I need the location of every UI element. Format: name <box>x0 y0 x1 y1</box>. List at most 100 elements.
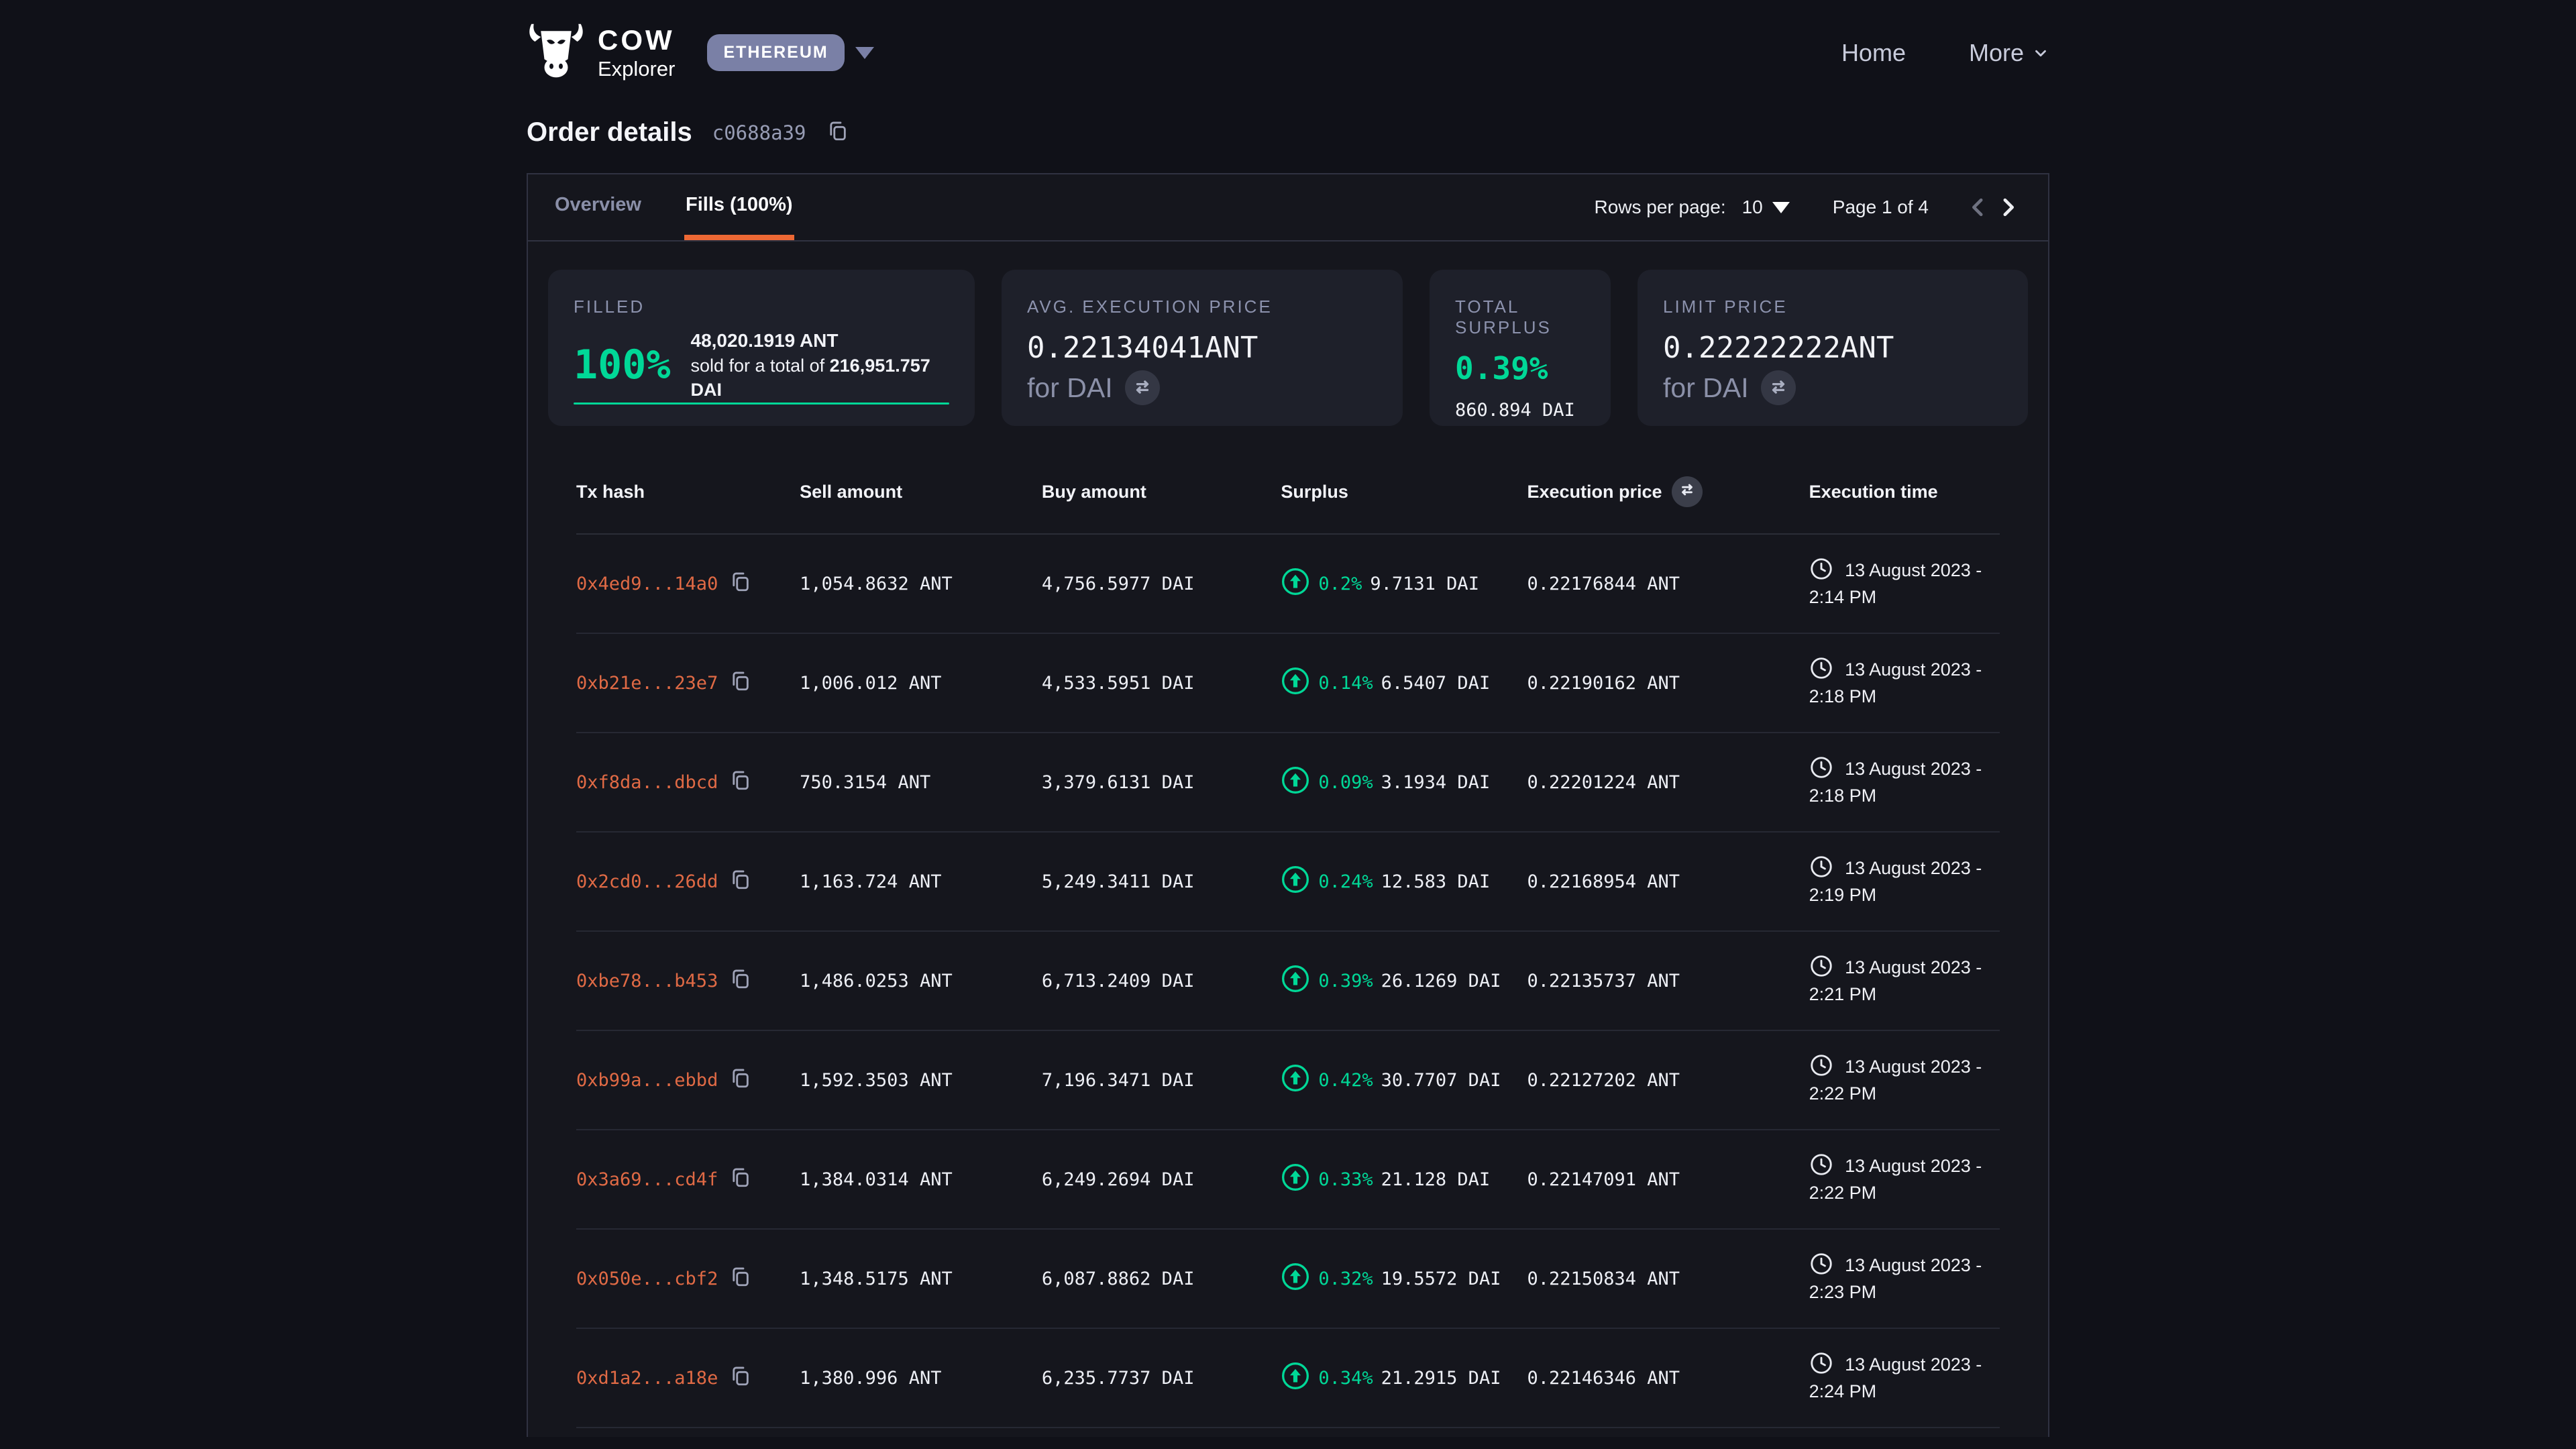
execution-price: 0.22147091 ANT <box>1527 1169 1809 1190</box>
surplus-up-icon <box>1281 567 1310 601</box>
tab-fills[interactable]: Fills (100%) <box>684 174 794 240</box>
clock-icon <box>1809 659 1845 680</box>
clock-icon <box>1809 759 1845 779</box>
surplus-up-icon <box>1281 1063 1310 1097</box>
copy-icon[interactable] <box>729 1166 751 1193</box>
sell-amount: 1,486.0253 ANT <box>800 971 1042 991</box>
execution-price: 0.22168954 ANT <box>1527 871 1809 892</box>
surplus-up-icon <box>1281 1262 1310 1296</box>
tx-hash-link[interactable]: 0x4ed9...14a0 <box>576 574 718 594</box>
sell-amount: 1,006.012 ANT <box>800 673 1042 694</box>
fills-table: Tx hash Sell amount Buy amount Surplus E… <box>528 450 2048 1428</box>
copy-icon[interactable] <box>826 119 849 146</box>
copy-icon[interactable] <box>729 1364 751 1392</box>
surplus-percent: 0.2% <box>1318 574 1362 594</box>
tx-hash-link[interactable]: 0xd1a2...a18e <box>576 1368 718 1389</box>
surplus-percent: 0.42% <box>1318 1070 1373 1091</box>
nav-more[interactable]: More <box>1969 39 2049 67</box>
tx-hash-link[interactable]: 0x2cd0...26dd <box>576 871 718 892</box>
execution-price: 0.22146346 ANT <box>1527 1368 1809 1389</box>
chevron-down-icon <box>2032 44 2049 62</box>
avg-execution-price-card: AVG. EXECUTION PRICE 0.22134041ANT for D… <box>1002 270 1403 426</box>
clock-icon <box>1809 957 1845 977</box>
invert-price-column-button[interactable] <box>1672 476 1703 507</box>
surplus-amount: 21.128 DAI <box>1381 1169 1491 1190</box>
clock-icon <box>1809 1057 1845 1077</box>
next-page-button[interactable] <box>1993 193 2023 222</box>
pagination-controls: Rows per page: 10 Page 1 of 4 <box>1595 174 2023 240</box>
copy-icon[interactable] <box>729 669 751 697</box>
copy-icon[interactable] <box>729 1067 751 1094</box>
chevron-down-icon <box>855 47 874 59</box>
col-sell-amount: Sell amount <box>800 482 1042 502</box>
buy-amount: 6,713.2409 DAI <box>1042 971 1281 991</box>
filled-amount: 48,020.1919 ANT <box>691 328 950 354</box>
buy-amount: 4,756.5977 DAI <box>1042 574 1281 594</box>
sell-amount: 750.3154 ANT <box>800 772 1042 793</box>
limit-price-value: 0.22222222ANT <box>1663 331 2002 365</box>
execution-price: 0.22176844 ANT <box>1527 574 1809 594</box>
col-buy-amount: Buy amount <box>1042 482 1281 502</box>
surplus-amount: 9.7131 DAI <box>1370 574 1479 594</box>
table-row: 0xb99a...ebbd 1,592.3503 ANT 7,196.3471 … <box>576 1031 2000 1130</box>
fill-progress-bar <box>574 402 949 405</box>
buy-amount: 7,196.3471 DAI <box>1042 1070 1281 1091</box>
table-row: 0xf8da...dbcd 750.3154 ANT 3,379.6131 DA… <box>576 733 2000 833</box>
tx-hash-link[interactable]: 0xb21e...23e7 <box>576 673 718 694</box>
surplus-amount: 6.5407 DAI <box>1381 673 1491 694</box>
col-execution-time: Execution time <box>1809 482 2000 502</box>
logo-word-cow: COW <box>598 26 675 54</box>
invert-price-button[interactable] <box>1125 370 1160 405</box>
table-row: 0x4ed9...14a0 1,054.8632 ANT 4,756.5977 … <box>576 535 2000 634</box>
surplus-percent: 0.09% <box>1318 772 1373 793</box>
cow-explorer-logo[interactable]: COW Explorer <box>527 23 675 83</box>
surplus-amount: 12.583 DAI <box>1381 871 1491 892</box>
copy-icon[interactable] <box>729 570 751 598</box>
avg-price-label: AVG. EXECUTION PRICE <box>1027 297 1377 317</box>
total-surplus-label: TOTAL SURPLUS <box>1455 297 1585 338</box>
caret-down-icon <box>1772 202 1790 213</box>
surplus-amount: 26.1269 DAI <box>1381 971 1501 991</box>
filled-percent: 100% <box>574 341 671 388</box>
clock-icon <box>1809 858 1845 878</box>
tx-hash-link[interactable]: 0xb99a...ebbd <box>576 1070 718 1091</box>
rows-per-page-select[interactable]: 10 <box>1742 197 1790 218</box>
table-header-row: Tx hash Sell amount Buy amount Surplus E… <box>576 450 2000 535</box>
table-row: 0xb21e...23e7 1,006.012 ANT 4,533.5951 D… <box>576 634 2000 733</box>
network-selector[interactable]: ETHEREUM <box>707 34 873 71</box>
invert-price-button[interactable] <box>1761 370 1796 405</box>
copy-icon[interactable] <box>729 1265 751 1293</box>
surplus-amount: 3.1934 DAI <box>1381 772 1491 793</box>
filled-sold-total: sold for a total of 216,951.757 DAI <box>691 354 950 402</box>
surplus-up-icon <box>1281 666 1310 700</box>
nav-home[interactable]: Home <box>1841 39 1906 67</box>
cow-head-icon <box>527 23 586 83</box>
surplus-percent: 0.33% <box>1318 1169 1373 1190</box>
col-tx-hash: Tx hash <box>576 482 800 502</box>
order-hash: c0688a39 <box>712 121 806 144</box>
tx-hash-link[interactable]: 0xf8da...dbcd <box>576 772 718 793</box>
tx-hash-link[interactable]: 0x3a69...cd4f <box>576 1169 718 1190</box>
tab-overview[interactable]: Overview <box>553 174 643 240</box>
clock-icon <box>1809 560 1845 580</box>
surplus-percent: 0.14% <box>1318 673 1373 694</box>
execution-price: 0.22127202 ANT <box>1527 1070 1809 1091</box>
tx-hash-link[interactable]: 0x050e...cbf2 <box>576 1269 718 1289</box>
network-badge[interactable]: ETHEREUM <box>707 34 844 71</box>
sell-amount: 1,054.8632 ANT <box>800 574 1042 594</box>
avg-price-value: 0.22134041ANT <box>1027 331 1377 365</box>
surplus-up-icon <box>1281 964 1310 998</box>
surplus-up-icon <box>1281 865 1310 899</box>
prev-page-button[interactable] <box>1964 193 1993 222</box>
tabs-row: Overview Fills (100%) Rows per page: 10 … <box>528 174 2048 241</box>
copy-icon[interactable] <box>729 769 751 796</box>
tx-hash-link[interactable]: 0xbe78...b453 <box>576 971 718 991</box>
table-row: 0x050e...cbf2 1,348.5175 ANT 6,087.8862 … <box>576 1230 2000 1329</box>
surplus-amount: 19.5572 DAI <box>1381 1269 1501 1289</box>
copy-icon[interactable] <box>729 967 751 995</box>
clock-icon <box>1809 1156 1845 1176</box>
copy-icon[interactable] <box>729 868 751 896</box>
stat-cards: FILLED 100% 48,020.1919 ANT sold for a t… <box>548 270 2028 426</box>
title-row: Order details c0688a39 <box>527 117 2049 148</box>
total-surplus-percent: 0.39% <box>1455 350 1585 386</box>
